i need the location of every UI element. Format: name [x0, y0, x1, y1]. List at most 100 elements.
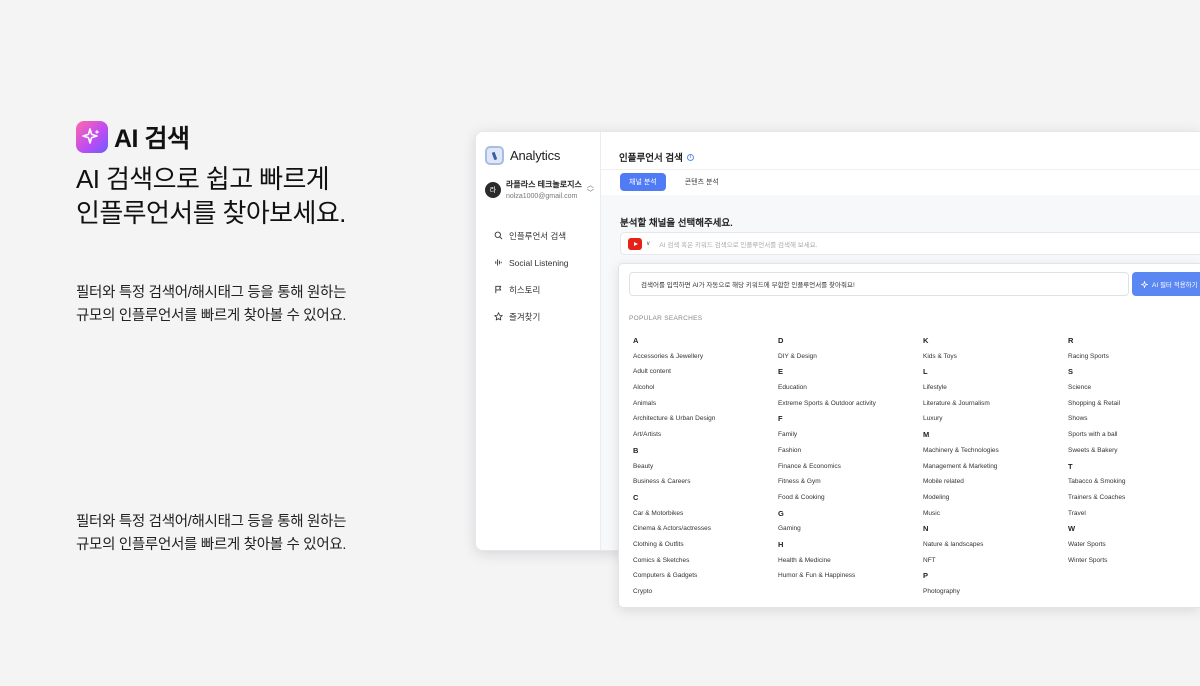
category-letter-heading: T: [1068, 461, 1073, 471]
ai-search-input[interactable]: 검색어를 입력하면 AI가 자동으로 해당 키워드에 부합한 인플루언서를 찾아…: [629, 272, 1129, 296]
category-letter-heading: P: [923, 571, 929, 581]
flag-icon: [495, 285, 502, 294]
sidebar-item-history[interactable]: 히스토리: [476, 276, 600, 303]
section-title: 분석할 채널을 선택해주세요.: [620, 218, 733, 229]
category-letter-heading: B: [633, 445, 639, 455]
category-letter-heading: W: [1068, 524, 1076, 534]
sidebar-item-label: 히스토리: [509, 284, 541, 295]
category-item[interactable]: Education: [778, 382, 923, 398]
sidebar-nav: 인플루언서 검색 Social Listening 히스토리 즐겨찾기: [476, 222, 600, 330]
category-item[interactable]: Humor & Fun & Happiness: [778, 570, 923, 586]
category-letter-heading: G: [778, 508, 784, 518]
category-item[interactable]: Computers & Gadgets: [633, 570, 778, 586]
sparkle-icon: [76, 121, 108, 153]
channel-search-bar[interactable]: ∨ AI 검색 혹은 키워드 검색으로 인플루언서를 검색해 보세요.: [620, 232, 1200, 255]
description-2-line-1: 필터와 특정 검색어/해시태그 등을 통해 원하는: [76, 514, 347, 530]
category-item[interactable]: Lifestyle: [923, 382, 1068, 398]
tab-content-analysis[interactable]: 콘텐츠 분석: [676, 173, 728, 191]
youtube-icon[interactable]: [628, 237, 642, 250]
page-header: 인플루언서 검색 i: [601, 132, 1200, 170]
category-item[interactable]: Finance & Economics: [778, 461, 923, 477]
category-item[interactable]: Art/Artists: [633, 429, 778, 445]
tab-channel-analysis[interactable]: 채널 분석: [620, 173, 666, 191]
category-item[interactable]: Mobile related: [923, 476, 1068, 492]
category-item[interactable]: Management & Marketing: [923, 461, 1068, 477]
category-item[interactable]: Comics & Sketches: [633, 555, 778, 571]
sidebar-item-label: Social Listening: [509, 257, 569, 268]
chevron-up-down-icon: ︿ ﹀: [586, 181, 594, 197]
category-item[interactable]: Photography: [923, 586, 1068, 602]
category-item[interactable]: Literature & Journalism: [923, 398, 1068, 414]
category-item[interactable]: Animals: [633, 398, 778, 414]
category-item[interactable]: Architecture & Urban Design: [633, 413, 778, 429]
category-item[interactable]: Modeling: [923, 492, 1068, 508]
feature-badge: AI 검색: [76, 121, 456, 153]
category-item[interactable]: Water Sports: [1068, 539, 1200, 555]
popular-searches-label: POPULAR SEARCHES: [629, 315, 703, 322]
category-letter-heading: K: [923, 336, 929, 345]
category-item[interactable]: Nature & landscapes: [923, 539, 1068, 555]
category-item[interactable]: Gaming: [778, 523, 923, 539]
category-item[interactable]: Health & Medicine: [778, 555, 923, 571]
brand[interactable]: Analytics: [476, 132, 600, 170]
feature-title: AI 검색: [114, 125, 190, 153]
sidebar-item-influencer-search[interactable]: 인플루언서 검색: [476, 222, 600, 249]
category-item[interactable]: Extreme Sports & Outdoor activity: [778, 398, 923, 414]
search-input[interactable]: AI 검색 혹은 키워드 검색으로 인플루언서를 검색해 보세요.: [659, 239, 817, 249]
account-switcher[interactable]: 라 라플라스 테크놀로지스 nolza1000@gmail.com ︿ ﹀: [476, 170, 600, 200]
brand-name: Analytics: [510, 148, 561, 163]
category-letter-heading: S: [1068, 367, 1074, 377]
category-item[interactable]: Sports with a ball: [1068, 429, 1200, 445]
sidebar-item-favorites[interactable]: 즐겨찾기: [476, 303, 600, 330]
category-item[interactable]: Machinery & Technologies: [923, 445, 1068, 461]
category-item[interactable]: Sweets & Bakery: [1068, 445, 1200, 461]
category-item[interactable]: Beauty: [633, 461, 778, 477]
sidebar-item-label: 즐겨찾기: [509, 311, 541, 322]
category-item[interactable]: Clothing & Outfits: [633, 539, 778, 555]
category-item[interactable]: Food & Cooking: [778, 492, 923, 508]
star-icon: [494, 312, 503, 321]
account-email: nolza1000@gmail.com: [506, 193, 578, 200]
category-item[interactable]: Business & Careers: [633, 476, 778, 492]
category-item[interactable]: Luxury: [923, 413, 1068, 429]
ai-filter-apply-label: AI 필터 적용하기: [1152, 282, 1198, 289]
category-item[interactable]: Science: [1068, 382, 1200, 398]
info-icon[interactable]: i: [686, 153, 694, 161]
category-item[interactable]: Adult content: [633, 366, 778, 382]
category-item[interactable]: Kids & Toys: [923, 351, 1068, 367]
category-item[interactable]: Accessories & Jewellery: [633, 351, 778, 367]
category-item[interactable]: Shopping & Retail: [1068, 398, 1200, 414]
ai-filter-apply-button[interactable]: AI 필터 적용하기: [1132, 272, 1200, 296]
headline-line-1: AI 검색으로 쉽고 빠르게: [76, 164, 330, 194]
avatar: 라: [485, 181, 501, 198]
chevron-down-icon[interactable]: ∨: [646, 240, 650, 247]
waveform-icon: [495, 259, 502, 266]
category-item[interactable]: Winter Sports: [1068, 555, 1200, 571]
category-item[interactable]: Fitness & Gym: [778, 476, 923, 492]
category-item[interactable]: Music: [923, 508, 1068, 524]
category-letter-heading: E: [778, 367, 784, 377]
description-1: 필터와 특정 검색어/해시태그 등을 통해 원하는 규모의 인플루언서를 빠르게…: [76, 282, 406, 328]
category-item[interactable]: Cinema & Actors/actresses: [633, 523, 778, 539]
category-item[interactable]: Crypto: [633, 586, 778, 602]
category-item[interactable]: Tabacco & Smoking: [1068, 476, 1200, 492]
category-letter-heading: N: [923, 524, 929, 534]
tab-bar: 채널 분석 콘텐츠 분석: [601, 170, 1200, 195]
description-1-line-1: 필터와 특정 검색어/해시태그 등을 통해 원하는: [76, 285, 347, 301]
category-item[interactable]: Car & Motorbikes: [633, 508, 778, 524]
category-item[interactable]: Family: [778, 429, 923, 445]
category-item[interactable]: Racing Sports: [1068, 351, 1200, 367]
sparkle-icon: [1141, 280, 1148, 288]
category-letter-heading: R: [1068, 336, 1074, 345]
category-item[interactable]: DIY & Design: [778, 351, 923, 367]
category-item[interactable]: NFT: [923, 555, 1068, 571]
category-item[interactable]: Shows: [1068, 413, 1200, 429]
category-column: R Racing Sports S Science Shopping & Retail S…: [1068, 335, 1200, 602]
category-item[interactable]: Alcohol: [633, 382, 778, 398]
category-item[interactable]: Trainers & Coaches: [1068, 492, 1200, 508]
description-2: 필터와 특정 검색어/해시태그 등을 통해 원하는 규모의 인플루언서를 빠르게…: [76, 511, 406, 557]
sidebar-item-social-listening[interactable]: Social Listening: [476, 249, 600, 276]
category-item[interactable]: Fashion: [778, 445, 923, 461]
sidebar: Analytics 라 라플라스 테크놀로지스 nolza1000@gmail.…: [476, 132, 601, 550]
category-item[interactable]: Travel: [1068, 508, 1200, 524]
